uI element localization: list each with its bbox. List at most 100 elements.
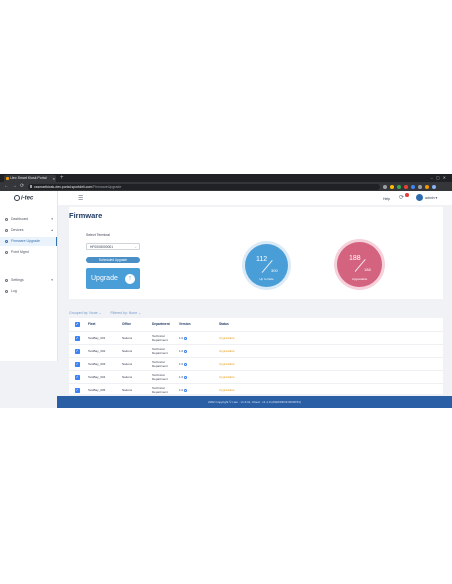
sidebar-item-firmware-upgrade[interactable]: Firmware Upgrade xyxy=(0,237,57,246)
lock-icon xyxy=(30,185,32,188)
devices-icon xyxy=(5,229,8,232)
info-icon[interactable] xyxy=(184,363,187,366)
sidebar-item-label: Devices xyxy=(11,228,24,232)
uptodate-count: 112 xyxy=(256,256,268,263)
avatar[interactable] xyxy=(416,194,423,201)
version-value: 1.0 xyxy=(179,361,184,366)
table-row[interactable]: ✓ TestBay_002 Nations Technical Departme… xyxy=(69,344,443,358)
version-value: 1.0 xyxy=(179,387,184,392)
upgrade-label: Upgrade xyxy=(91,275,118,282)
fleet-cell: TestBay_005 xyxy=(88,387,106,392)
browser-tab-title: i-tec Smart Kiosk Portal xyxy=(10,176,47,180)
extension-icons[interactable] xyxy=(383,184,436,190)
sidebar-item-label: Firmware Upgrade xyxy=(11,239,40,243)
upgradable-total: 188 xyxy=(364,267,371,272)
row-checkbox[interactable]: ✓ xyxy=(75,362,80,367)
top-bar xyxy=(57,191,452,205)
gear-icon xyxy=(5,279,8,282)
nav-buttons[interactable]: ←→⟳ xyxy=(4,182,27,191)
info-icon[interactable] xyxy=(184,350,187,353)
terminals-table: ✓ Fleet Office Department Version Status… xyxy=(69,318,443,394)
sidebar-item-point-mgmt[interactable]: Point Mgmt xyxy=(0,248,57,257)
chevron-up-icon: ▴ xyxy=(51,228,53,232)
upgradable-label: Upgradable xyxy=(351,277,368,281)
row-checkbox[interactable]: ✓ xyxy=(75,349,80,354)
scheduled-upgrade-button[interactable]: Scheduled Upgrade xyxy=(86,257,140,263)
help-link[interactable]: Help xyxy=(383,197,390,201)
row-checkbox[interactable]: ✓ xyxy=(75,375,80,380)
table-row[interactable]: ✓ TestBay_005 Nations Technical Departme… xyxy=(69,383,443,394)
notification-badge xyxy=(405,193,409,197)
window-controls[interactable]: –▢✕ xyxy=(431,174,449,182)
version-cell: 1.0 xyxy=(179,384,187,394)
table-filters: Grouped by: None ⌄ Filtered by: None ⌄ xyxy=(69,311,149,315)
version-value: 1.0 xyxy=(179,348,184,353)
status-cell: Upgradable xyxy=(219,387,235,392)
dashboard-icon xyxy=(5,218,8,221)
brand-name: i-tec xyxy=(21,195,34,202)
close-tab-icon[interactable]: × xyxy=(53,175,55,182)
footer: 2022 Copyright © i-tec · v1.3.11, Cloud … xyxy=(57,396,452,408)
column-header[interactable]: Office xyxy=(122,318,131,331)
url-host: cssmartkiosk-dev.portal.sportdeli.com xyxy=(34,184,93,189)
upgrade-button[interactable]: Upgrade ↑ xyxy=(86,268,140,289)
sidebar-item-dashboard[interactable]: Dashboard ▾ xyxy=(0,215,57,224)
uptodate-stat[interactable]: 112 300 Up to Date xyxy=(245,244,288,287)
department-cell: Technical Department xyxy=(152,385,168,394)
select-terminal-label: Select Terminal xyxy=(86,233,110,237)
address-bar[interactable]: cssmartkiosk-dev.portal.sportdeli.com/Fi… xyxy=(28,183,380,190)
browser-tab[interactable]: i-tec Smart Kiosk Portal × xyxy=(4,175,56,182)
table-row[interactable]: ✓ TestBay_001 Nations Technical Departme… xyxy=(69,331,443,345)
info-icon[interactable] xyxy=(184,389,187,392)
upgradable-count: 188 xyxy=(349,255,361,262)
column-header[interactable]: Fleet xyxy=(88,318,95,331)
point-icon xyxy=(5,251,8,254)
info-icon[interactable] xyxy=(184,376,187,379)
user-name: admin xyxy=(425,196,435,200)
table-row[interactable]: ✓ TestBay_003 Nations Technical Departme… xyxy=(69,357,443,371)
chevron-down-icon: ▾ xyxy=(51,217,53,221)
sidebar-item-label: Log xyxy=(11,289,17,293)
menu-toggle-icon[interactable]: ☰ xyxy=(78,195,83,202)
table-header-row: ✓ Fleet Office Department Version Status xyxy=(69,318,443,331)
column-header[interactable]: Version xyxy=(179,318,191,331)
terminal-select[interactable]: HF00X8000001 ⌄ xyxy=(86,243,140,250)
page-title: Firmware xyxy=(69,211,103,220)
filter-by-dropdown[interactable]: Filtered by: None ⌄ xyxy=(111,311,142,315)
sidebar-item-log[interactable]: Log xyxy=(0,287,57,296)
upgrade-icon: ↑ xyxy=(125,273,135,284)
row-checkbox[interactable]: ✓ xyxy=(75,388,80,393)
sidebar-item-settings[interactable]: Settings ▾ xyxy=(0,276,57,285)
sidebar-item-devices[interactable]: Devices ▴ xyxy=(0,226,57,235)
sidebar-item-label: Point Mgmt xyxy=(11,250,29,254)
new-tab-button[interactable]: + xyxy=(60,174,64,182)
logo-mark-icon xyxy=(14,195,20,201)
chevron-down-icon: ▾ xyxy=(51,278,53,282)
user-menu[interactable]: admin ▾ xyxy=(425,196,437,200)
brand-logo: i-tec xyxy=(14,195,33,202)
uptodate-label: Up to Date xyxy=(259,277,274,281)
version-value: 1.0 xyxy=(179,335,184,340)
terminal-select-value: HF00X8000001 xyxy=(90,245,114,249)
chevron-down-icon: ⌄ xyxy=(134,245,137,249)
url-path: /FirmwareUpgrade xyxy=(92,184,122,189)
favicon-icon xyxy=(5,177,9,180)
firmware-icon xyxy=(5,240,8,243)
upgradable-stat[interactable]: 188 188 Upgradable xyxy=(337,242,382,287)
column-header[interactable]: Department xyxy=(152,318,170,331)
browser-tab-strip xyxy=(0,174,452,182)
sidebar: Dashboard ▾ Devices ▴ Firmware Upgrade P… xyxy=(0,191,58,361)
group-by-dropdown[interactable]: Grouped by: None ⌄ xyxy=(69,311,102,315)
column-header[interactable]: Status xyxy=(219,318,229,331)
uptodate-total: 300 xyxy=(271,268,278,273)
office-cell: Nations xyxy=(122,387,133,392)
info-icon[interactable] xyxy=(184,337,187,340)
sidebar-item-label: Settings xyxy=(11,278,24,282)
log-icon xyxy=(5,290,8,293)
notification-icon[interactable]: ⟳ xyxy=(399,194,404,201)
sidebar-item-label: Dashboard xyxy=(11,217,29,221)
table-row[interactable]: ✓ TestBay_004 Nations Technical Departme… xyxy=(69,370,443,384)
select-all-checkbox[interactable]: ✓ xyxy=(75,322,80,327)
row-checkbox[interactable]: ✓ xyxy=(75,336,80,341)
version-value: 1.0 xyxy=(179,374,184,379)
